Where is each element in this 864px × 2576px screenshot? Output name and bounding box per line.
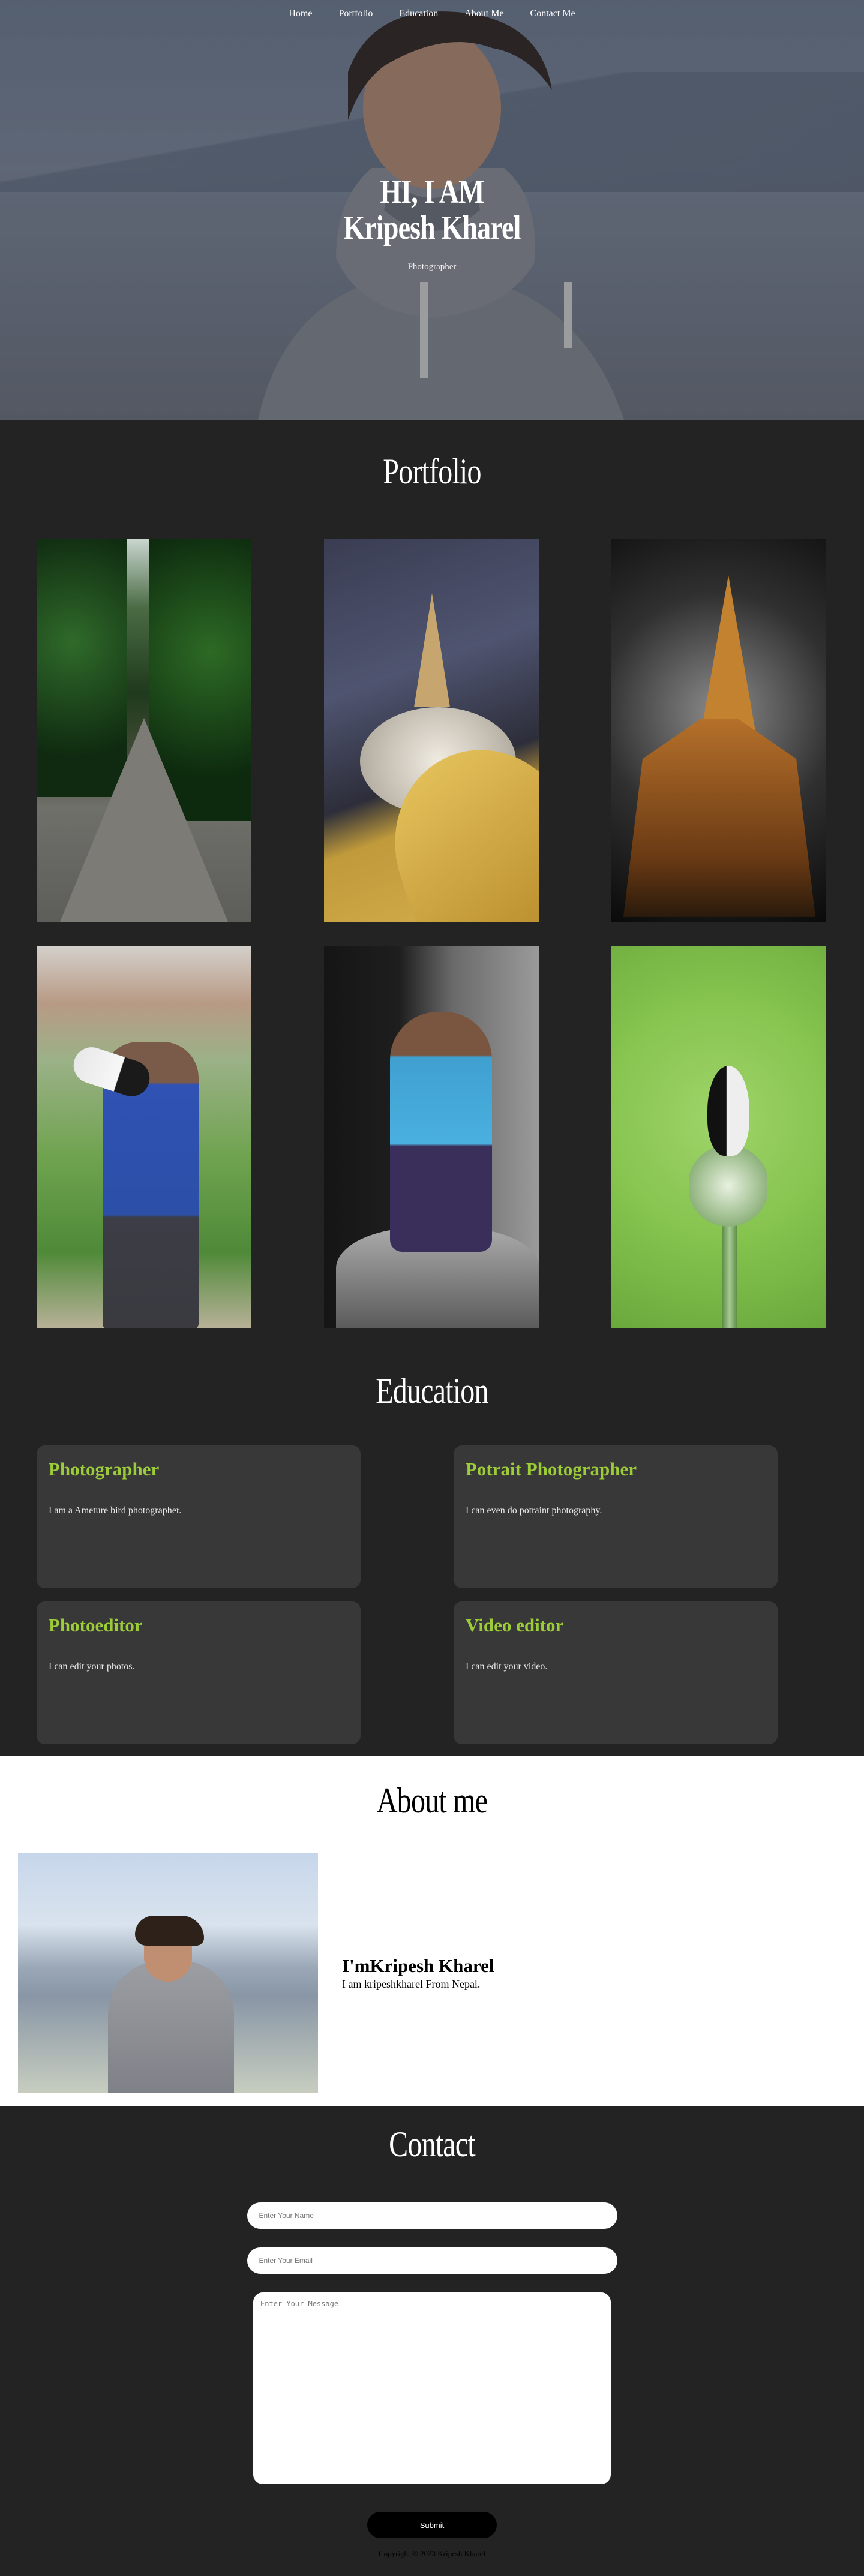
education-card: Photographer I am a Ameture bird photogr… (37, 1445, 361, 1588)
education-cards: Photographer I am a Ameture bird photogr… (37, 1445, 864, 1744)
about-section: About me I'mKripesh Kharel I am kripeshk… (0, 1756, 864, 2106)
stupa-spire (414, 593, 450, 707)
nav-contact-me[interactable]: Contact Me (530, 8, 575, 19)
education-card-text: I can even do potraint photography. (466, 1505, 602, 1516)
about-heading: I'mKripesh Kharel (342, 1955, 494, 1976)
nav-portfolio[interactable]: Portfolio (338, 8, 373, 19)
email-input[interactable] (247, 2247, 617, 2274)
education-card: Potrait Photographer I can even do potra… (454, 1445, 778, 1588)
education-card-text: I can edit your photos. (49, 1661, 135, 1672)
hero-name: Kripesh Kharel (343, 209, 521, 247)
portfolio-photo-temple[interactable] (611, 539, 826, 922)
portfolio-grid (37, 539, 864, 1328)
portfolio-photo-bird[interactable] (611, 946, 826, 1328)
temple-tower (701, 575, 755, 731)
hero-section: Home Portfolio Education About Me Contac… (0, 0, 864, 420)
portfolio-title: Portfolio (383, 452, 481, 491)
education-card: Video editor I can edit your video. (454, 1601, 778, 1744)
about-content: I'mKripesh Kharel I am kripeshkharel Fro… (0, 1853, 864, 2093)
education-card-title: Photographer (49, 1459, 160, 1480)
hair (135, 1916, 204, 1946)
road (60, 718, 228, 922)
submit-button[interactable]: Submit (367, 2512, 497, 2538)
hero-greeting: HI, I AM (380, 173, 484, 211)
hero-heading: HI, I AM Kripesh Kharel (78, 174, 787, 247)
temple-base (623, 719, 815, 917)
contact-form: Submit (246, 2202, 618, 2538)
education-card-text: I can edit your video. (466, 1661, 548, 1672)
portfolio-section: Portfolio (0, 420, 864, 1352)
magpie-robin-bird (707, 1066, 749, 1156)
contact-title: Contact (389, 2124, 476, 2164)
name-input[interactable] (247, 2202, 617, 2229)
education-section: Education Photographer I am a Ameture bi… (0, 1352, 864, 1750)
about-portrait-image (18, 1853, 318, 2093)
hero-text: HI, I AM Kripesh Kharel Photographer (0, 174, 864, 272)
portfolio-photo-stupa-prayer-wheel[interactable] (324, 539, 539, 922)
education-card-text: I am a Ameture bird photographer. (49, 1505, 182, 1516)
copyright-text: Copyright © 2023 Kripesh Kharel (378, 2549, 486, 2558)
education-card: Photoeditor I can edit your photos. (37, 1601, 361, 1744)
hero-subtitle: Photographer (407, 261, 457, 272)
contact-section: Contact Submit Copyright © 2023 Kripesh … (0, 2106, 864, 2563)
nav-about-me[interactable]: About Me (464, 8, 503, 19)
top-navigation: Home Portfolio Education About Me Contac… (0, 8, 864, 19)
education-card-title: Photoeditor (49, 1615, 143, 1636)
education-title: Education (376, 1371, 488, 1411)
about-title: About me (376, 1781, 488, 1820)
nav-home[interactable]: Home (289, 8, 312, 19)
nav-education[interactable]: Education (399, 8, 438, 19)
education-card-title: Potrait Photographer (466, 1459, 637, 1480)
education-card-title: Video editor (466, 1615, 564, 1636)
message-textarea[interactable] (253, 2292, 611, 2484)
child-figure (390, 1012, 492, 1252)
portfolio-photo-photographer[interactable] (37, 946, 251, 1328)
portfolio-photo-road[interactable] (37, 539, 251, 922)
portfolio-photo-child[interactable] (324, 946, 539, 1328)
about-text: I'mKripesh Kharel I am kripeshkharel Fro… (342, 1955, 494, 1991)
plant-leaves (689, 1144, 767, 1228)
about-description: I am kripeshkharel From Nepal. (342, 1977, 481, 1990)
